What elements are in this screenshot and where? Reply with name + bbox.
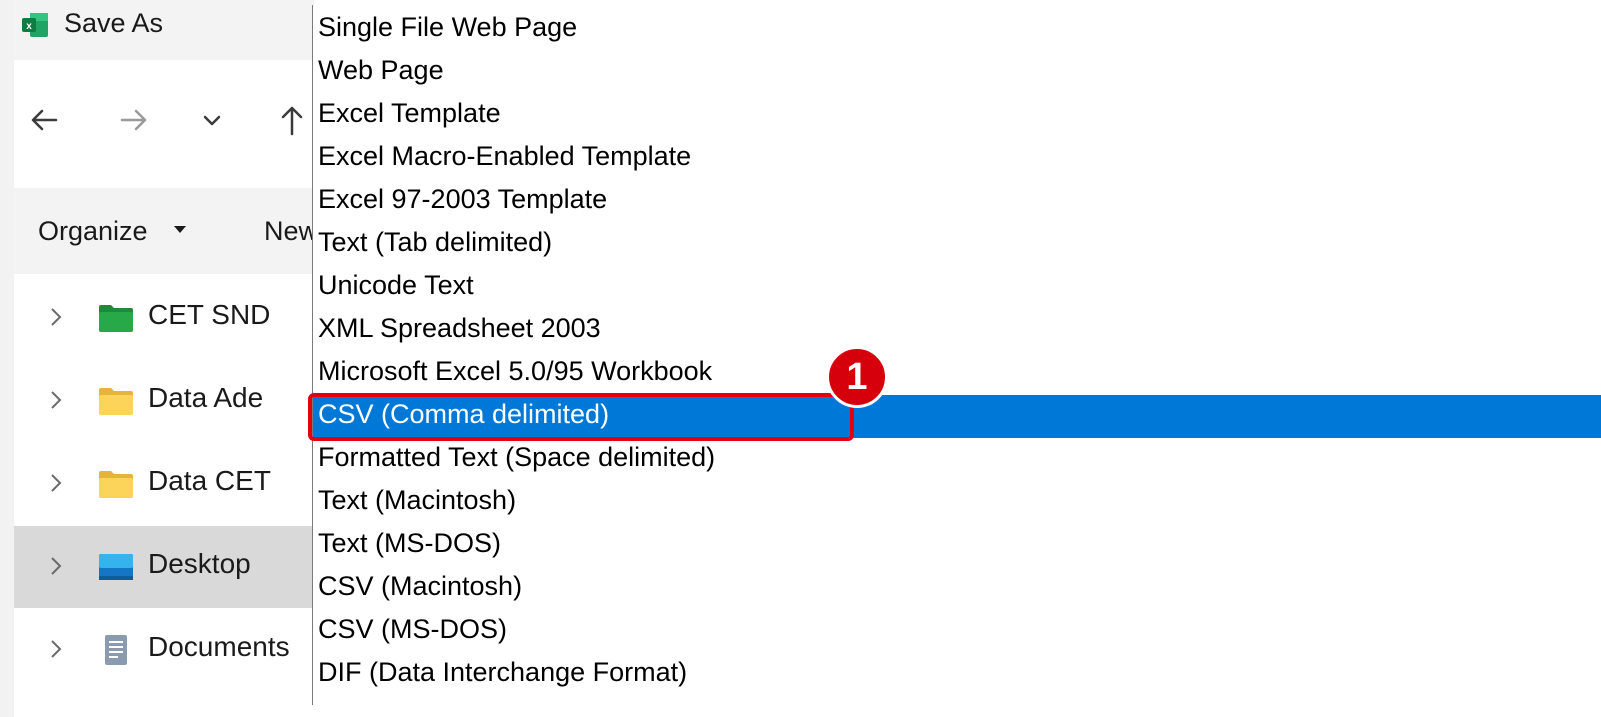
green-folder-icon — [99, 305, 133, 332]
step-number-badge: 1 — [826, 346, 888, 408]
chevron-down-icon — [203, 115, 221, 126]
folder-icon — [99, 388, 133, 415]
caret-down-icon — [174, 226, 186, 233]
nav-item-label: Desktop — [148, 548, 251, 579]
option-formatted-text-space-delimited[interactable]: Formatted Text (Space delimited) — [313, 438, 1601, 481]
nav-item-data-ade[interactable]: Data Ade — [14, 360, 314, 442]
new-folder-button[interactable]: New — [264, 216, 318, 247]
recent-locations-button[interactable] — [190, 98, 234, 142]
documents-icon — [105, 635, 127, 665]
title-bar: x Save As — [14, 0, 314, 60]
annotation-highlight-box — [308, 393, 854, 441]
option-single-file-web-page[interactable]: Single File Web Page — [313, 8, 1601, 51]
option-csv-macintosh[interactable]: CSV (Macintosh) — [313, 567, 1601, 610]
chevron-right-icon[interactable] — [44, 637, 68, 661]
forward-button[interactable] — [112, 98, 156, 142]
option-label: Text (Macintosh) — [318, 485, 517, 515]
option-label: Text (Tab delimited) — [318, 227, 553, 257]
excel-app-icon: x — [22, 13, 48, 37]
folder-icon — [99, 471, 133, 498]
navigation-bar — [14, 60, 314, 188]
nav-item-label: Data Ade — [148, 382, 264, 413]
chevron-right-icon[interactable] — [44, 554, 68, 578]
nav-item-data-cet[interactable]: Data CET — [14, 443, 314, 525]
chevron-right-icon[interactable] — [44, 388, 68, 412]
arrow-up-icon — [281, 106, 303, 136]
svg-text:x: x — [26, 21, 32, 32]
nav-item-label: Data CET — [148, 465, 271, 496]
chevron-right-icon[interactable] — [44, 471, 68, 495]
chevron-right-icon[interactable] — [44, 305, 68, 329]
save-as-type-dropdown-list[interactable]: Single File Web Page Web Page Excel Temp… — [312, 5, 1601, 705]
option-microsoft-excel-5-95-workbook[interactable]: Microsoft Excel 5.0/95 Workbook — [313, 352, 1601, 395]
nav-item-label: CET SND — [148, 299, 271, 330]
desktop-icon — [99, 554, 133, 580]
option-label: Formatted Text (Space delimited) — [318, 442, 716, 472]
window-title: Save As — [64, 8, 164, 38]
option-xml-spreadsheet-2003[interactable]: XML Spreadsheet 2003 — [313, 309, 1601, 352]
option-web-page[interactable]: Web Page — [313, 51, 1601, 94]
nav-item-desktop[interactable]: Desktop — [14, 526, 314, 608]
option-label: Single File Web Page — [318, 12, 578, 42]
option-label: DIF (Data Interchange Format) — [318, 657, 688, 687]
arrow-right-icon — [120, 109, 147, 131]
option-text-macintosh[interactable]: Text (Macintosh) — [313, 481, 1601, 524]
window-left-edge — [0, 0, 14, 717]
nav-item-cet-snd[interactable]: CET SND — [14, 277, 314, 359]
option-label: Microsoft Excel 5.0/95 Workbook — [318, 356, 713, 386]
option-csv-ms-dos[interactable]: CSV (MS-DOS) — [313, 610, 1601, 653]
option-unicode-text[interactable]: Unicode Text — [313, 266, 1601, 309]
option-text-tab-delimited[interactable]: Text (Tab delimited) — [313, 223, 1601, 266]
option-label: Excel Macro-Enabled Template — [318, 141, 692, 171]
option-label: XML Spreadsheet 2003 — [318, 313, 601, 343]
command-bar: Organize New — [14, 188, 318, 274]
option-label: Unicode Text — [318, 270, 474, 300]
navigation-pane: CET SND Data Ade Data CET Desktop Docume… — [14, 274, 314, 717]
up-button[interactable] — [270, 98, 314, 142]
option-label: Text (MS-DOS) — [318, 528, 502, 558]
option-label: CSV (MS-DOS) — [318, 614, 507, 644]
option-label: Excel 97-2003 Template — [318, 184, 608, 214]
nav-item-label: Documents — [148, 631, 290, 662]
nav-item-documents[interactable]: Documents — [14, 609, 314, 691]
organize-button[interactable]: Organize — [38, 216, 148, 247]
option-text-ms-dos[interactable]: Text (MS-DOS) — [313, 524, 1601, 567]
option-label: CSV (Macintosh) — [318, 571, 523, 601]
option-label: Excel Template — [318, 98, 501, 128]
back-button[interactable] — [22, 98, 66, 142]
option-excel-macro-enabled-template[interactable]: Excel Macro-Enabled Template — [313, 137, 1601, 180]
option-dif-data-interchange-format[interactable]: DIF (Data Interchange Format) — [313, 653, 1601, 696]
save-as-dialog: x Save As Organize New CET SND Data Ade … — [14, 0, 318, 717]
option-excel-97-2003-template[interactable]: Excel 97-2003 Template — [313, 180, 1601, 223]
option-excel-template[interactable]: Excel Template — [313, 94, 1601, 137]
option-label: Web Page — [318, 55, 444, 85]
arrow-left-icon — [31, 109, 58, 131]
